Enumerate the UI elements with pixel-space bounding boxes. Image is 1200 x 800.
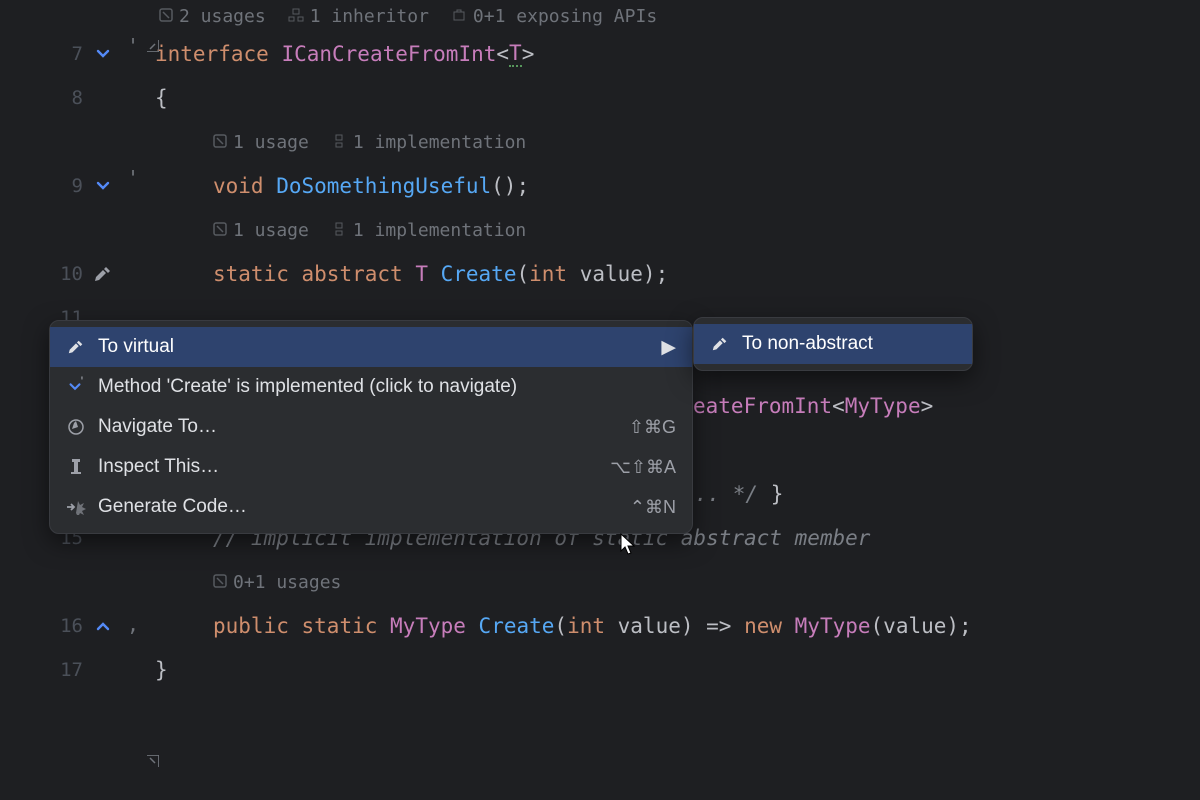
usages-icon [213,572,227,593]
usages-icon [159,6,173,27]
menu-item-to-non-abstract[interactable]: To non-abstract [694,324,972,364]
code-lens[interactable]: 2 usages 1 inheritor 0+1 exposing APIs [155,0,1200,32]
menu-item-inspect-this[interactable]: Inspect This… ⌥⇧⌘A [50,447,692,487]
api-icon [451,6,467,27]
submenu: To non-abstract [693,317,973,371]
override-down-icon[interactable] [93,45,113,63]
fold-collapse-icon[interactable] [147,40,161,56]
gutter-line-8[interactable]: 8 [0,76,155,120]
generate-icon [66,497,86,517]
code-lens[interactable]: 1 usage 1 implementation [155,208,1200,252]
menu-item-navigate-to[interactable]: Navigate To… ⇧⌘G [50,407,692,447]
gutter-line-17[interactable]: 17 [0,648,155,692]
code-lens[interactable]: 0+1 usages [155,560,1200,604]
hammer-icon [66,337,86,357]
mouse-cursor-icon [620,533,638,557]
menu-item-implemented[interactable]: ' Method 'Create' is implemented (click … [50,367,692,407]
impl-icon [331,132,347,153]
inspect-icon [66,457,86,477]
hammer-icon [710,334,730,354]
menu-item-to-virtual[interactable]: To virtual ▶ [50,327,692,367]
code-lens[interactable]: 1 usage 1 implementation [155,120,1200,164]
fold-collapse-icon[interactable] [147,755,161,771]
compass-icon [66,417,86,437]
usages-icon [213,132,227,153]
inheritor-icon [288,6,304,27]
override-down-icon[interactable] [93,177,113,195]
override-down-icon: ' [66,377,86,397]
gutter-line-10[interactable]: 10 [0,252,155,296]
usages-icon [213,220,227,241]
menu-item-generate-code[interactable]: Generate Code… ⌃⌘N [50,487,692,527]
chevron-right-icon: ▶ [661,336,676,359]
gutter-line-7[interactable]: 7 ' [0,32,155,76]
context-menu: To virtual ▶ ' Method 'Create' is implem… [49,320,693,534]
hammer-icon[interactable] [93,264,113,284]
override-up-icon[interactable] [93,617,113,635]
gutter-line-9[interactable]: 9 ' [0,164,155,208]
impl-icon [331,220,347,241]
gutter-line-16[interactable]: 16 , [0,604,155,648]
